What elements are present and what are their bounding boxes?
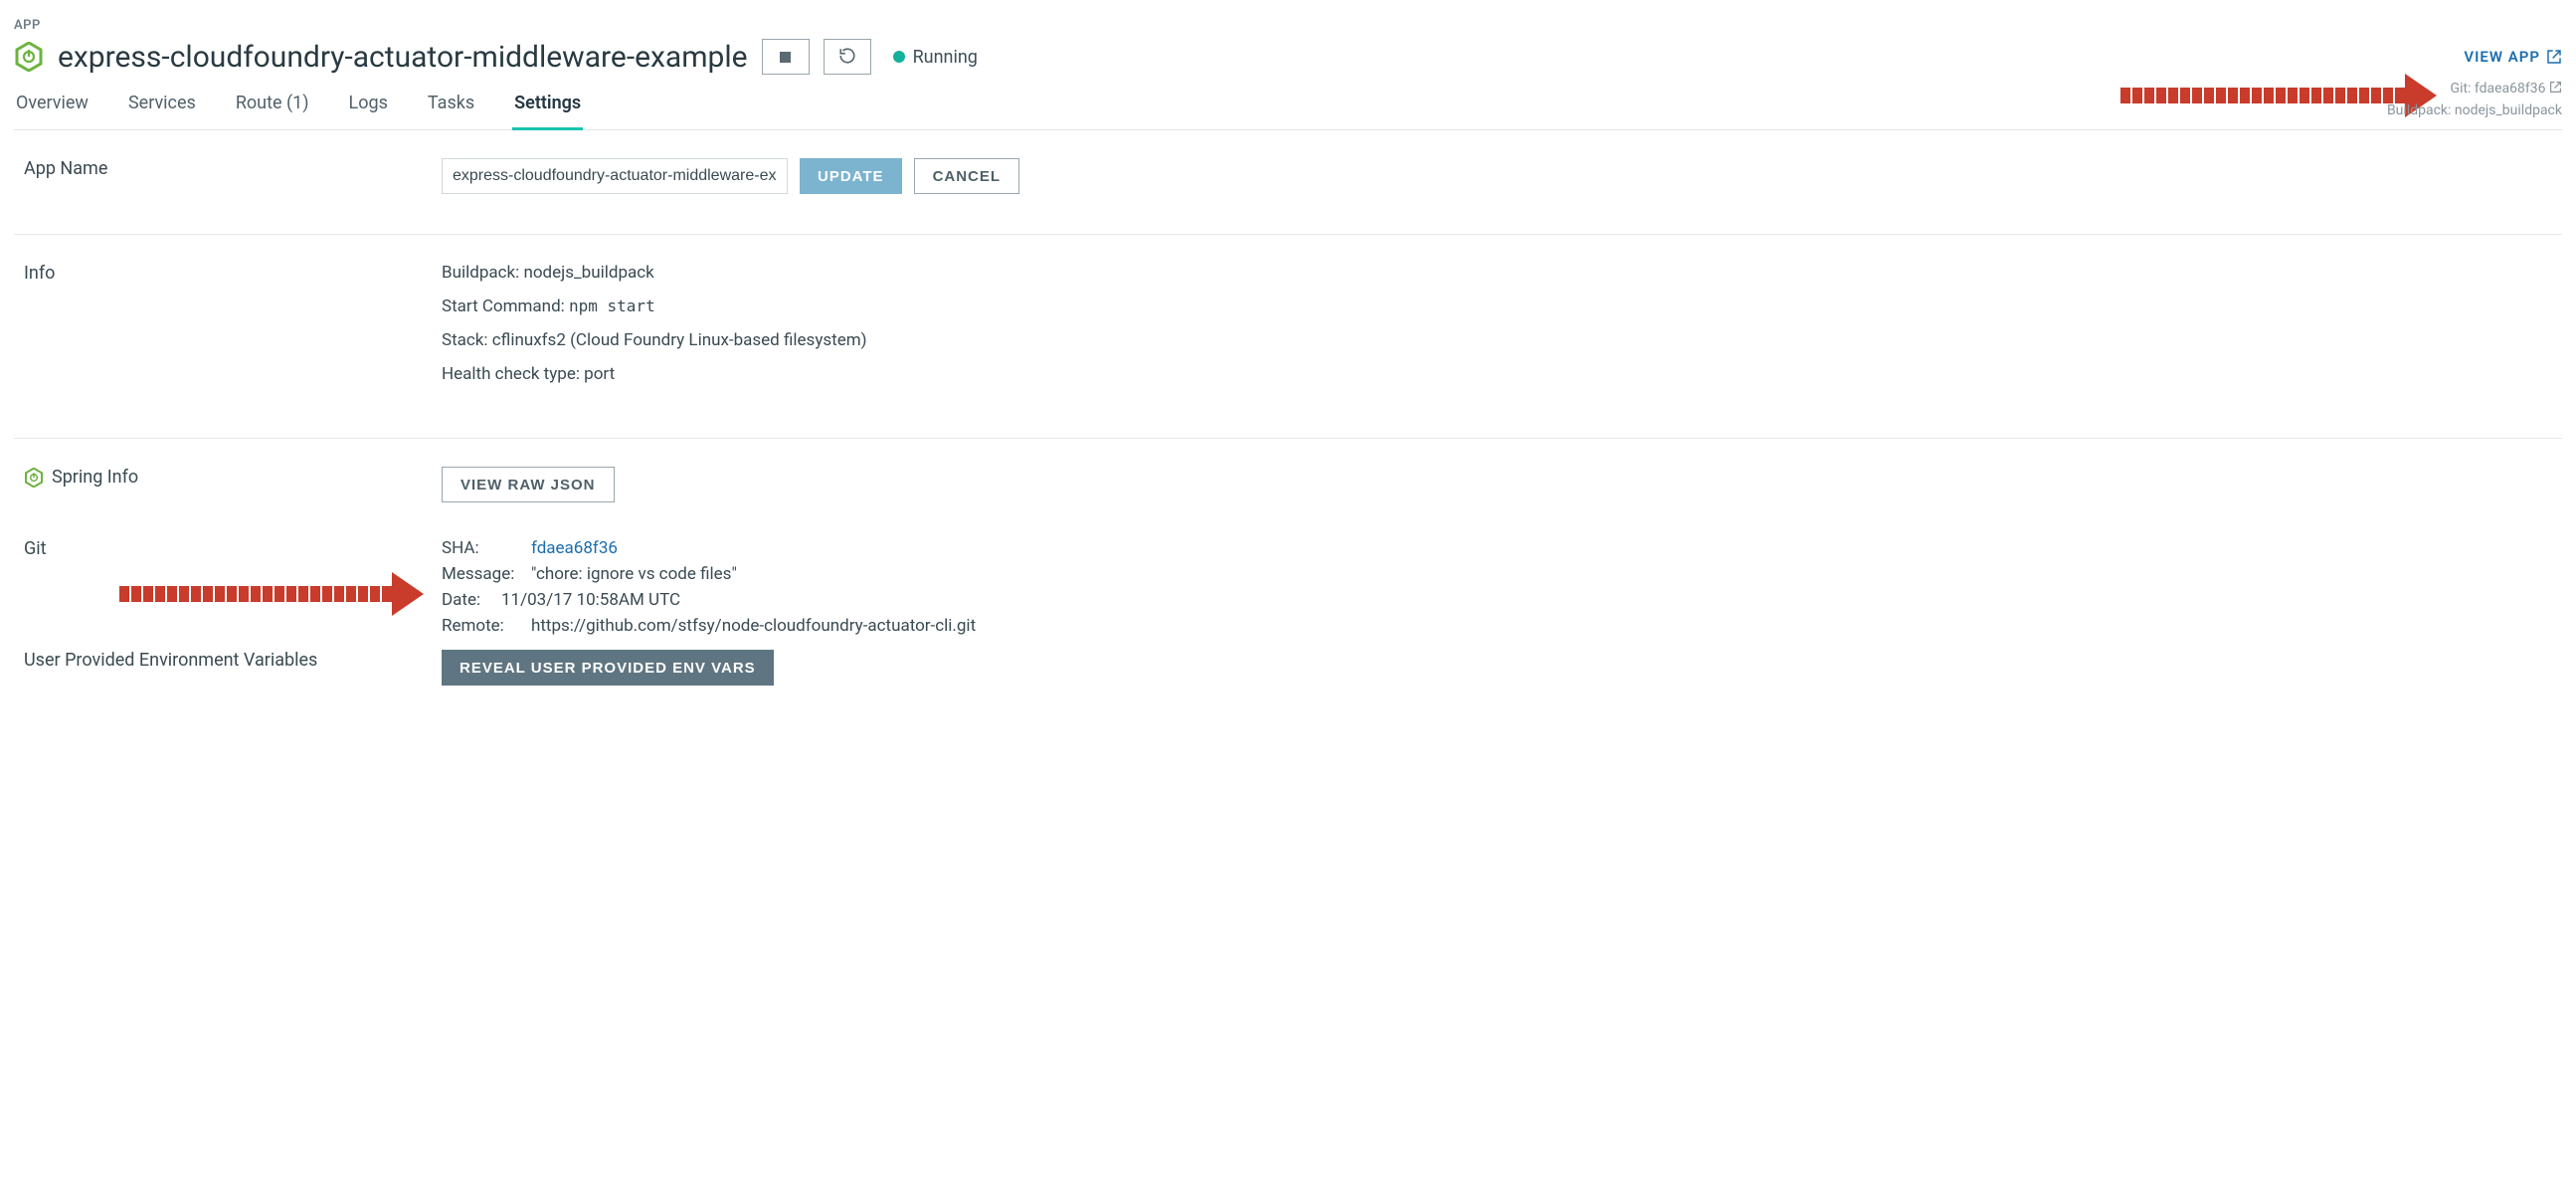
cancel-button[interactable]: CANCEL — [914, 158, 1020, 194]
section-env-vars: User Provided Environment Variables REVE… — [14, 650, 2562, 705]
refresh-icon — [838, 47, 856, 68]
info-stack: Stack: cflinuxfs2 (Cloud Foundry Linux-b… — [442, 330, 2552, 350]
section-git: Git SHA: fdaea68f36 Message: "chore: ign… — [14, 512, 2562, 650]
update-button[interactable]: UPDATE — [800, 158, 902, 194]
tab-route[interactable]: Route (1) — [234, 87, 311, 129]
tab-tasks[interactable]: Tasks — [426, 87, 476, 129]
view-raw-json-button[interactable]: VIEW RAW JSON — [442, 467, 615, 502]
section-info: Info Buildpack: nodejs_buildpack Start C… — [14, 235, 2562, 439]
git-message-row: Message: "chore: ignore vs code files" — [442, 564, 2552, 584]
git-sha-link[interactable]: fdaea68f36 — [531, 538, 618, 558]
tab-overview[interactable]: Overview — [14, 87, 91, 129]
spring-logo-icon — [14, 42, 44, 72]
header-row: express-cloudfoundry-actuator-middleware… — [14, 39, 2562, 75]
buildpack-meta: Buildpack: nodejs_buildpack — [2387, 99, 2562, 121]
app-name-input[interactable] — [442, 158, 788, 194]
stop-icon — [780, 52, 791, 63]
tab-settings[interactable]: Settings — [512, 87, 583, 130]
app-name-label: App Name — [24, 158, 442, 194]
status-indicator: Running — [893, 47, 978, 68]
env-vars-label: User Provided Environment Variables — [24, 650, 442, 671]
tab-logs[interactable]: Logs — [347, 87, 390, 129]
external-link-icon — [2546, 49, 2562, 65]
git-label: Git — [24, 538, 47, 559]
eyebrow-label: APP — [14, 18, 2562, 33]
git-sha-row: SHA: fdaea68f36 — [442, 538, 2552, 558]
tab-services[interactable]: Services — [126, 87, 198, 129]
info-label: Info — [24, 263, 442, 398]
header-meta-right: Git: fdaea68f36 Buildpack: nodejs_buildp… — [2387, 78, 2562, 122]
app-title: express-cloudfoundry-actuator-middleware… — [58, 40, 748, 75]
restart-button[interactable] — [824, 39, 871, 75]
info-start-command: Start Command: npm start — [442, 296, 2552, 316]
view-app-link[interactable]: VIEW APP — [2464, 48, 2562, 66]
info-health: Health check type: port — [442, 364, 2552, 384]
external-link-icon — [2549, 81, 2562, 94]
git-remote-row: Remote: https://github.com/stfsy/node-cl… — [442, 616, 2552, 636]
git-date-row: Date: 11/03/17 10:58AM UTC — [442, 590, 2552, 610]
spring-info-label: Spring Info — [52, 467, 138, 488]
git-hash-link[interactable]: Git: fdaea68f36 — [2387, 78, 2562, 99]
section-spring-info: Spring Info VIEW RAW JSON — [14, 439, 2562, 512]
info-buildpack: Buildpack: nodejs_buildpack — [442, 263, 2552, 283]
reveal-env-vars-button[interactable]: REVEAL USER PROVIDED ENV VARS — [442, 650, 774, 686]
stop-button[interactable] — [762, 39, 810, 75]
view-app-label: VIEW APP — [2464, 48, 2540, 66]
spring-logo-icon — [24, 468, 44, 488]
annotation-arrow-git — [119, 572, 424, 616]
section-app-name: App Name UPDATE CANCEL — [14, 130, 2562, 235]
status-dot-icon — [893, 51, 905, 63]
status-text: Running — [913, 47, 978, 68]
